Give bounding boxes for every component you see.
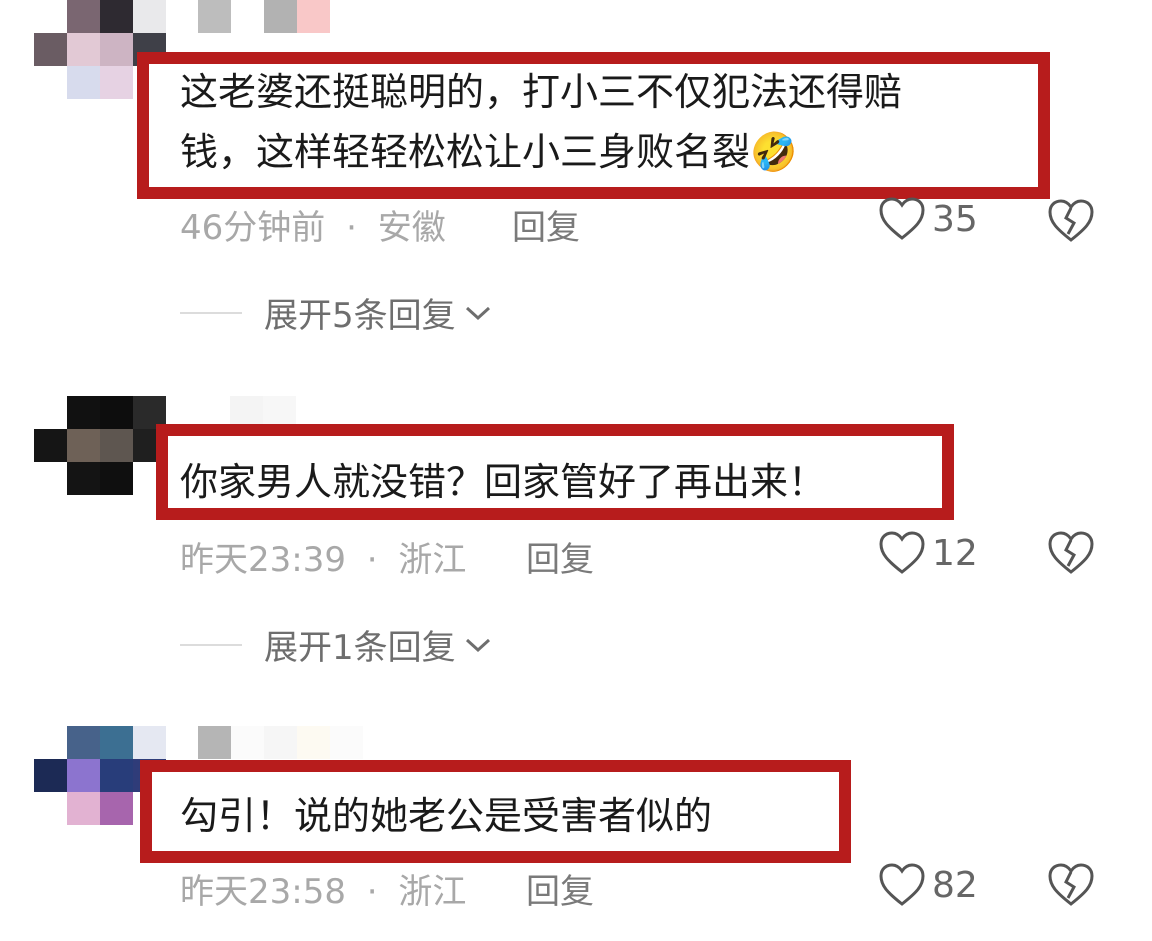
timestamp: 昨天23:58 [180,872,346,912]
comment-meta: 46分钟前 · 安徽 [180,200,446,249]
expand-replies-button[interactable]: 展开5条回复 [180,288,492,337]
comment-text: 你家男人就没错？回家管好了再出来！ [180,452,826,512]
heart-icon [879,863,925,906]
like-count: 82 [932,864,978,906]
reply-button[interactable]: 回复 [512,200,580,249]
like-button[interactable]: 82 [878,862,978,908]
comment-meta: 昨天23:39 · 浙江 [180,532,466,581]
divider-line [180,311,242,314]
like-button[interactable]: 35 [878,196,978,242]
broken-heart-icon [1048,863,1094,906]
comment-item: 勾引！说的她老公是受害者似的 昨天23:58 · 浙江 回复 82 [0,710,1152,941]
meta-separator: · [346,208,357,248]
meta-separator: · [366,540,378,580]
comment-text-line: 钱，这样轻轻松松让小三身败名裂 [180,130,751,174]
location: 浙江 [398,872,467,912]
meta-separator: · [366,872,378,912]
chevron-down-icon [465,638,490,652]
username-blurred[interactable] [198,0,330,33]
username-blurred[interactable] [198,726,363,759]
expand-label: 展开5条回复 [264,296,456,336]
comment-item: 你家男人就没错？回家管好了再出来！ 昨天23:39 · 浙江 回复 12 展开1… [0,380,1152,680]
like-button[interactable]: 12 [878,530,978,576]
reply-button[interactable]: 回复 [526,532,594,581]
like-count: 35 [932,198,978,240]
rofl-emoji-icon: 🤣 [750,130,798,174]
timestamp: 昨天23:39 [180,540,346,580]
comment-text-line: 勾引！说的她老公是受害者似的 [180,794,713,838]
comment-text-line: 这老婆还挺聪明的，打小三不仅犯法还得赔 [180,70,903,114]
expand-replies-button[interactable]: 展开1条回复 [180,620,492,669]
dislike-button[interactable] [1046,198,1096,248]
comment-item: 这老婆还挺聪明的，打小三不仅犯法还得赔 钱，这样轻轻松松让小三身败名裂🤣 46分… [0,0,1152,340]
location: 安徽 [377,208,446,248]
dislike-button[interactable] [1046,530,1096,580]
divider-line [180,643,242,646]
avatar[interactable] [34,396,166,495]
chevron-down-icon [465,306,490,320]
heart-icon [879,197,925,240]
expand-label: 展开1条回复 [264,628,456,668]
location: 浙江 [398,540,467,580]
heart-icon [879,531,925,574]
comment-text-line: 你家男人就没错？回家管好了再出来！ [180,460,827,504]
dislike-button[interactable] [1046,862,1096,912]
comment-meta: 昨天23:58 · 浙江 [180,864,466,913]
like-count: 12 [932,532,978,574]
broken-heart-icon [1048,199,1094,242]
comment-text: 勾引！说的她老公是受害者似的 [180,786,712,846]
timestamp: 46分钟前 [180,208,326,248]
reply-button[interactable]: 回复 [526,864,594,913]
broken-heart-icon [1048,531,1094,574]
comment-text: 这老婆还挺聪明的，打小三不仅犯法还得赔 钱，这样轻轻松松让小三身败名裂🤣 [180,62,902,182]
